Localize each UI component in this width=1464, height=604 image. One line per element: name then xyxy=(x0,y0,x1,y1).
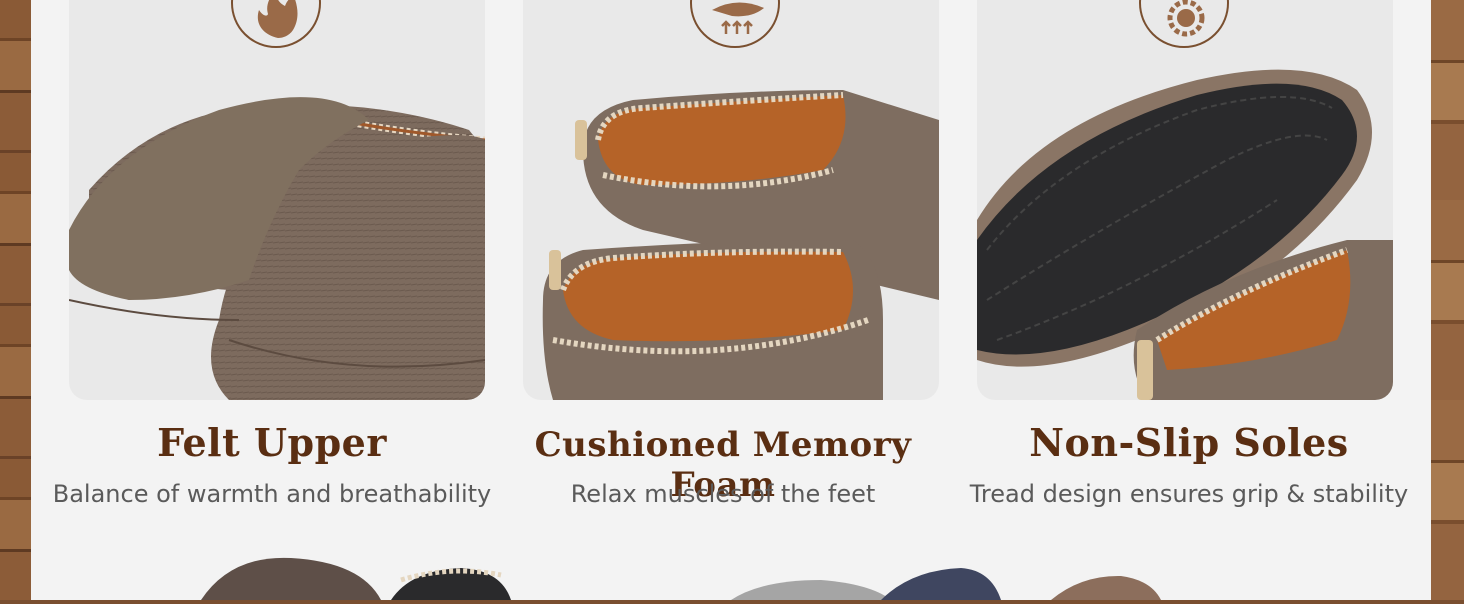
non-slip-sole-image xyxy=(977,0,1393,400)
feature-subtitle-non-slip-soles: Tread design ensures grip & stability xyxy=(969,480,1409,508)
feature-title-non-slip-soles: Non-Slip Soles xyxy=(1029,420,1349,465)
feature-title-felt-upper: Felt Upper xyxy=(157,420,387,465)
flame-icon xyxy=(231,0,321,48)
feature-subtitle-felt-upper: Balance of warmth and breathability xyxy=(52,480,492,508)
wood-floor-left xyxy=(0,0,31,600)
feature-subtitle-memory-foam: Relax muscles of the feet xyxy=(570,480,876,508)
foam-arrows-icon xyxy=(690,0,780,48)
wood-floor-right xyxy=(1431,0,1464,600)
gear-icon xyxy=(1139,0,1229,48)
memory-foam-image xyxy=(523,0,939,400)
feature-panel: Felt Upper Balance of warmth and breatha… xyxy=(31,0,1431,600)
felt-upper-image xyxy=(69,0,485,400)
bottom-slippers-image xyxy=(31,540,1431,600)
